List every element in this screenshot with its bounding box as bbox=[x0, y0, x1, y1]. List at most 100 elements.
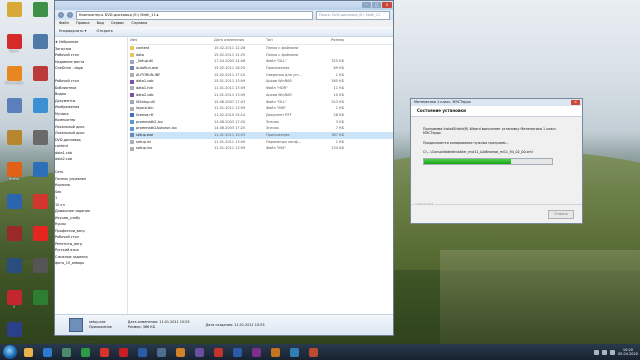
app-icon bbox=[32, 162, 48, 177]
desktop-icon[interactable] bbox=[27, 194, 53, 221]
file-large-icon bbox=[69, 318, 83, 332]
taskbar-app[interactable] bbox=[286, 345, 303, 359]
taskbar-app[interactable] bbox=[305, 345, 322, 359]
desktop-icon[interactable] bbox=[27, 258, 53, 285]
desktop-icon[interactable] bbox=[1, 130, 27, 157]
navigation-pane: ★ Избранное Загрузки Рабочий стол Недавние … bbox=[55, 37, 128, 315]
menu-item[interactable]: Сервис bbox=[111, 20, 124, 27]
file-row[interactable]: setup.exe 11.01.2011 10:53 Приложение 367 К… bbox=[130, 131, 393, 139]
desktop-icon[interactable] bbox=[1, 226, 27, 253]
desktop-icon[interactable] bbox=[27, 2, 53, 29]
file-name: data1.cab bbox=[136, 79, 154, 84]
desktop-icon[interactable] bbox=[1, 194, 27, 221]
desktop-icon[interactable] bbox=[27, 66, 53, 93]
taskbar-app[interactable] bbox=[153, 345, 170, 359]
desktop-icon[interactable]: ОК-онлайн bbox=[1, 66, 27, 93]
close-icon[interactable]: × bbox=[571, 100, 580, 105]
desktop-icon[interactable] bbox=[1, 2, 27, 29]
file-size: 1 КБ bbox=[335, 72, 344, 77]
explorer-window[interactable]: – □ × ‹ › Компьютер ▸ DVD-дисковод (E:) … bbox=[54, 0, 394, 336]
close-button[interactable]: × bbox=[382, 2, 392, 8]
taskbar-app[interactable] bbox=[96, 345, 113, 359]
tray-icon[interactable] bbox=[593, 349, 599, 355]
volume-icon[interactable] bbox=[609, 349, 615, 355]
app-icon bbox=[32, 98, 48, 113]
forward-icon[interactable]: › bbox=[67, 12, 73, 18]
desktop-icon[interactable]: Opera bbox=[1, 34, 27, 61]
desktop-icon[interactable]: 5 bbox=[1, 290, 27, 317]
file-row[interactable]: content 15.02.2011 12:26 Папка с файлами bbox=[130, 45, 393, 52]
taskbar-app[interactable] bbox=[248, 345, 265, 359]
taskbar-app[interactable] bbox=[77, 345, 94, 359]
desktop-icon[interactable] bbox=[1, 322, 27, 344]
file-name: _Setup.dll bbox=[136, 59, 154, 64]
app-icon bbox=[6, 322, 22, 337]
file-icon bbox=[130, 99, 134, 104]
taskbar-app[interactable] bbox=[229, 345, 246, 359]
device-icon bbox=[6, 2, 22, 17]
file-row[interactable]: data 15.02.2011 12:25 Папка с файлами bbox=[130, 52, 393, 59]
nav-item[interactable]: фото_10_январь bbox=[55, 260, 127, 267]
taskbar-app[interactable] bbox=[39, 345, 56, 359]
file-row[interactable]: setup.ini 11.01.2011 13:09 Параметры конф.… bbox=[130, 139, 393, 146]
file-name-cell: data1.cab bbox=[130, 78, 214, 85]
menu-item[interactable]: Файл bbox=[59, 20, 69, 27]
taskbar-app[interactable] bbox=[115, 345, 132, 359]
desktop-icon[interactable] bbox=[1, 258, 27, 285]
file-row[interactable]: layout.bin 11.01.2011 13:09 Файл "BIN" 1 КБ bbox=[130, 105, 393, 112]
taskbar-app[interactable] bbox=[267, 345, 284, 359]
file-row[interactable]: data1.cab 15.01.2011 13:09 Архив WinRAR 265… bbox=[130, 78, 393, 85]
explorer-titlebar[interactable]: – □ × bbox=[55, 1, 393, 10]
menu-item[interactable]: Вид bbox=[97, 20, 104, 27]
desktop-icon[interactable] bbox=[27, 130, 53, 157]
taskbar-app[interactable] bbox=[20, 345, 37, 359]
search-input[interactable]: Поиск: DVD-дисковод (E:) Math_11 bbox=[316, 10, 390, 20]
column-size[interactable]: Размер bbox=[316, 37, 344, 44]
taskbar-app[interactable] bbox=[172, 345, 189, 359]
column-name[interactable]: Имя bbox=[130, 37, 214, 44]
toolbar-button[interactable]: Открыть bbox=[96, 27, 112, 36]
file-name-cell: AUTORUN.INF bbox=[130, 72, 214, 79]
desktop-icon[interactable]: Firefox bbox=[1, 162, 27, 189]
minimize-button[interactable]: – bbox=[362, 2, 371, 8]
start-button[interactable] bbox=[3, 345, 17, 359]
network-icon[interactable] bbox=[601, 349, 607, 355]
menu-item[interactable]: Справка bbox=[131, 20, 147, 27]
file-row[interactable]: license.rtf 11.02.2010 15:14 Документ RTF 2… bbox=[130, 112, 393, 119]
file-row[interactable]: data1.hdr 11.01.2011 13:09 Файл "HDR" 11 КБ bbox=[130, 85, 393, 92]
back-icon[interactable]: ‹ bbox=[58, 12, 64, 18]
file-row[interactable]: ISSetup.dll 15.06.2007 17:03 Файл "DLL" 523… bbox=[130, 99, 393, 106]
file-row[interactable]: _Setup.dll 17.04.2003 14:06 Файл "DLL" 325 … bbox=[130, 58, 393, 65]
file-row[interactable]: AUTORUN.INF 15.02.2011 17:10 Сведения для … bbox=[130, 72, 393, 79]
desktop-icon[interactable] bbox=[27, 226, 53, 253]
toolbar-button[interactable]: Упорядочить ▾ bbox=[59, 27, 86, 36]
maximize-button[interactable]: □ bbox=[372, 2, 381, 8]
cancel-button[interactable]: Отмена bbox=[548, 210, 574, 219]
file-size: 1 КБ bbox=[335, 139, 344, 144]
desktop-icon[interactable] bbox=[27, 34, 53, 61]
file-row[interactable]: prommath2.ico 14.08.2003 17:20 Значок 3 КБ bbox=[130, 119, 393, 126]
column-date[interactable]: Дата изменения bbox=[214, 37, 266, 44]
file-row[interactable]: setup.inx 11.01.2011 13:09 Файл "INX" 234 К… bbox=[130, 145, 393, 152]
address-bar[interactable]: Компьютер ▸ DVD-дисковод (E:) Math_11 ▸ bbox=[76, 10, 313, 20]
taskbar-app[interactable] bbox=[58, 345, 75, 359]
clock[interactable]: 10:20 05.04.2020 bbox=[618, 348, 638, 357]
desktop-icon[interactable] bbox=[1, 98, 27, 125]
file-row[interactable]: data2.cab 11.01.2011 13:09 Архив WinRAR 10 … bbox=[130, 92, 393, 99]
column-type[interactable]: Тип bbox=[266, 37, 316, 44]
taskbar-app[interactable] bbox=[134, 345, 151, 359]
taskbar-apps bbox=[20, 345, 322, 359]
app-icon bbox=[32, 34, 48, 49]
taskbar-app[interactable] bbox=[191, 345, 208, 359]
file-row[interactable]: prommath2Autorun.ico 14.08.2003 17:20 Знач… bbox=[130, 125, 393, 132]
desktop-icon[interactable] bbox=[27, 98, 53, 125]
taskbar-app[interactable] bbox=[210, 345, 227, 359]
menu-item[interactable]: Правка bbox=[76, 20, 90, 27]
file-name: setup.inx bbox=[136, 146, 153, 151]
installer-titlebar[interactable]: Математика 1 класс. МЭСТерро × bbox=[411, 99, 582, 106]
desktop-icon[interactable] bbox=[27, 162, 53, 189]
installer-dialog[interactable]: Математика 1 класс. МЭСТерро × Состояние… bbox=[410, 98, 583, 224]
installer-path: C:\...\ConsolidatedInstaller_mol11_Шабло… bbox=[423, 149, 533, 154]
desktop-icon[interactable] bbox=[27, 290, 53, 317]
file-row[interactable]: AutoRun.exe 15.02.2011 18:25 Приложение 69 … bbox=[130, 65, 393, 72]
